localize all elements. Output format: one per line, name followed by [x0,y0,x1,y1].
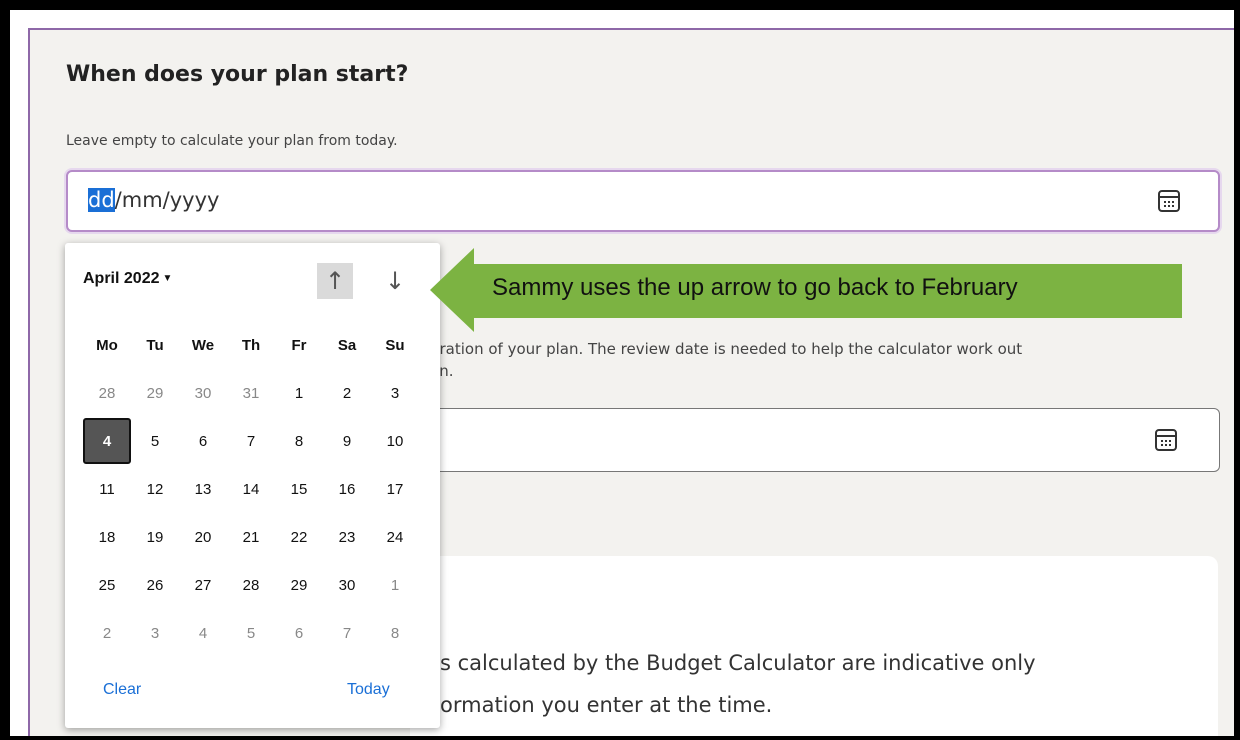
date-format-rest: /mm/yyyy [114,188,220,212]
calendar-day[interactable]: 26 [131,563,179,607]
weekday-label: Tu [146,336,164,354]
review-date-description: uration of your plan. The review date is… [430,338,1220,382]
calendar-day[interactable]: 18 [83,515,131,559]
calendar-day[interactable]: 3 [371,371,419,415]
calendar-day[interactable]: 10 [371,419,419,463]
calendar-day[interactable]: 15 [275,467,323,511]
screenshot-frame: When does your plan start? Leave empty t… [10,10,1234,736]
caret-down-icon: ▼ [162,273,173,284]
calendar-day[interactable]: 14 [227,467,275,511]
calendar-day[interactable]: 28 [227,563,275,607]
calendar-day[interactable]: 4 [179,611,227,655]
calendar-day[interactable]: 5 [227,611,275,655]
previous-month-button[interactable]: ↑ [317,263,353,299]
clear-button[interactable]: Clear [103,681,141,699]
calendar-day[interactable]: 13 [179,467,227,511]
weekday-label: Su [385,336,405,354]
disclaimer-line-1: s calculated by the Budget Calculator ar… [440,651,1036,675]
next-month-button[interactable]: ↓ [377,263,413,299]
calendar-day[interactable]: 3 [131,611,179,655]
weekday-label: We [191,336,215,354]
calendar-day[interactable]: 30 [179,371,227,415]
calendar-day[interactable]: 9 [323,419,371,463]
calendar-day[interactable]: 7 [323,611,371,655]
calendar-day[interactable]: 11 [83,467,131,511]
weekday-label: Mo [96,336,118,354]
calendar-week-row: 2345678 [83,609,419,657]
calendar-week-row: 25 26 27 28 29 30 1 [83,561,419,609]
calendar-icon[interactable] [1158,190,1180,212]
calendar-day[interactable]: 1 [275,371,323,415]
calendar-day[interactable]: 12 [131,467,179,511]
review-desc-line-2: an. [430,362,454,380]
date-input-text[interactable]: dd/mm/yyyy [88,188,219,212]
calendar-day[interactable]: 22 [275,515,323,559]
page-title: When does your plan start? [66,62,409,87]
calendar-day[interactable]: 2 [323,371,371,415]
calendar-icon[interactable] [1155,429,1177,451]
calendar-day[interactable]: 29 [275,563,323,607]
callout-text: Sammy uses the up arrow to go back to Fe… [492,274,1018,301]
weekday-label: Sa [337,336,357,354]
start-date-input[interactable]: dd/mm/yyyy [66,170,1220,232]
calendar-day[interactable]: 8 [275,419,323,463]
calendar-day[interactable]: 2 [83,611,131,655]
calendar-day[interactable]: 19 [131,515,179,559]
review-date-input[interactable] [430,408,1220,472]
weekday-header-row: Mo Tu We Th Fr Sa Su [83,335,419,369]
calendar-day[interactable]: 29 [131,371,179,415]
annotation-callout: Sammy uses the up arrow to go back to Fe… [430,248,1185,332]
today-button[interactable]: Today [347,681,390,699]
disclaimer-card: s calculated by the Budget Calculator ar… [410,556,1218,736]
calendar-day[interactable]: 27 [179,563,227,607]
month-year-label: April 2022 [83,270,160,287]
calendar-day[interactable]: 28 [83,371,131,415]
calendar-day[interactable]: 17 [371,467,419,511]
month-year-dropdown[interactable]: April 2022 ▼ [83,270,172,288]
calendar-day[interactable]: 31 [227,371,275,415]
calendar-day[interactable]: 8 [371,611,419,655]
calendar-day[interactable]: 7 [227,419,275,463]
day-segment[interactable]: dd [88,188,115,212]
start-date-hint: Leave empty to calculate your plan from … [66,133,398,149]
calendar-day[interactable]: 16 [323,467,371,511]
date-picker-popup: April 2022 ▼ ↑ ↓ Mo Tu We Th Fr Sa Su 28 29 30 31 1 2… [65,243,440,728]
calendar-week-row: 18 19 20 21 22 23 24 [83,513,419,561]
calendar-day[interactable]: 23 [323,515,371,559]
calendar-day[interactable]: 6 [179,419,227,463]
calendar-day[interactable]: 1 [371,563,419,607]
calendar-day[interactable]: 24 [371,515,419,559]
calendar-day[interactable]: 25 [83,563,131,607]
calendar-grid: Mo Tu We Th Fr Sa Su 28 29 30 31 1 2 3 4 5 6 7 8 9 10 11 12 13 1… [83,335,419,657]
calendar-day[interactable]: 6 [275,611,323,655]
calendar-week-row: 28 29 30 31 1 2 3 [83,369,419,417]
review-desc-line-1: uration of your plan. The review date is… [430,340,1023,358]
calendar-day[interactable]: 20 [179,515,227,559]
disclaimer-text: s calculated by the Budget Calculator ar… [440,642,1200,726]
calendar-day-today[interactable]: 4 [83,418,131,464]
calendar-week-row: 11 12 13 14 15 16 17 [83,465,419,513]
calendar-day[interactable]: 21 [227,515,275,559]
calendar-day[interactable]: 30 [323,563,371,607]
calendar-day[interactable]: 5 [131,419,179,463]
weekday-label: Fr [291,336,307,354]
disclaimer-line-2: ormation you enter at the time. [440,693,773,717]
weekday-label: Th [241,336,261,354]
calendar-week-row: 4 5 6 7 8 9 10 [83,417,419,465]
